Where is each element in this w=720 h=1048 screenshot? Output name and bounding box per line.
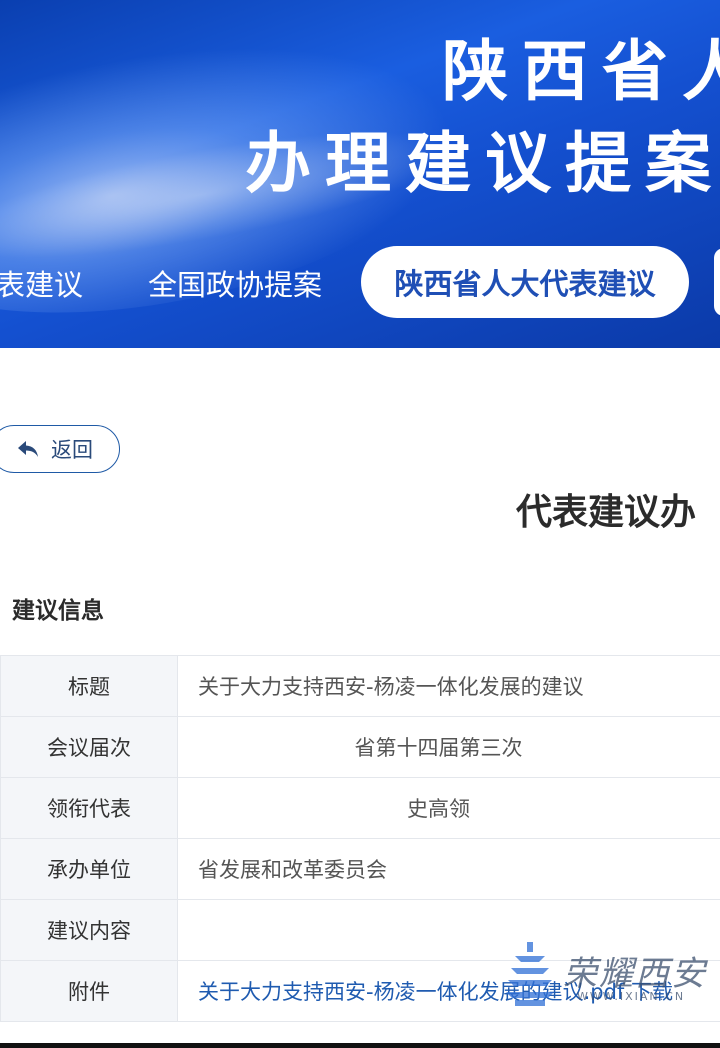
- row-label: 会议届次: [0, 716, 178, 778]
- site-watermark: 荣耀西安 WWW.IXIAN.CN: [505, 940, 720, 1010]
- row-value-session: 省第十四届第三次: [177, 716, 720, 778]
- section-title: 建议信息: [12, 598, 104, 624]
- row-label: 标题: [0, 655, 178, 717]
- watermark-subtext: WWW.IXIAN.CN: [577, 990, 686, 1003]
- row-value-title: 关于大力支持西安-杨凌一体化发展的建议: [177, 655, 720, 717]
- table-row: 标题 关于大力支持西安-杨凌一体化发展的建议: [0, 655, 720, 717]
- tab-representative-suggestions[interactable]: 表建议: [0, 262, 83, 304]
- row-label: 附件: [0, 960, 178, 1022]
- page-title: 代表建议办: [516, 492, 697, 533]
- tab-next-partial[interactable]: [714, 248, 720, 316]
- banner-title-line1: 陕西省人: [442, 33, 720, 110]
- table-row: 承办单位 省发展和改革委员会: [0, 838, 720, 900]
- header-banner: 陕西省人 办理建议提案 表建议 全国政协提案 陕西省人大代表建议: [0, 0, 720, 348]
- banner-title-line2: 办理建议提案: [245, 125, 720, 202]
- row-label: 建议内容: [0, 899, 178, 961]
- row-label: 领衔代表: [0, 777, 178, 839]
- back-button-label: 返回: [51, 438, 93, 462]
- table-row: 领衔代表 史高领: [0, 777, 720, 839]
- watermark-text: 荣耀西安: [563, 954, 707, 994]
- row-value-handling-unit: 省发展和改革委员会: [177, 838, 720, 900]
- tab-shaanxi-npc-suggestions[interactable]: 陕西省人大代表建议: [361, 246, 689, 318]
- row-value-lead-representative: 史高领: [177, 777, 720, 839]
- row-label: 承办单位: [0, 838, 178, 900]
- tab-national-cppcc-proposals[interactable]: 全国政协提案: [148, 262, 322, 304]
- table-row: 会议届次 省第十四届第三次: [0, 716, 720, 778]
- pagoda-logo-icon: [506, 942, 554, 1006]
- bottom-divider: [0, 1043, 720, 1048]
- reply-arrow-icon: [18, 441, 38, 457]
- back-button[interactable]: 返回: [0, 425, 120, 473]
